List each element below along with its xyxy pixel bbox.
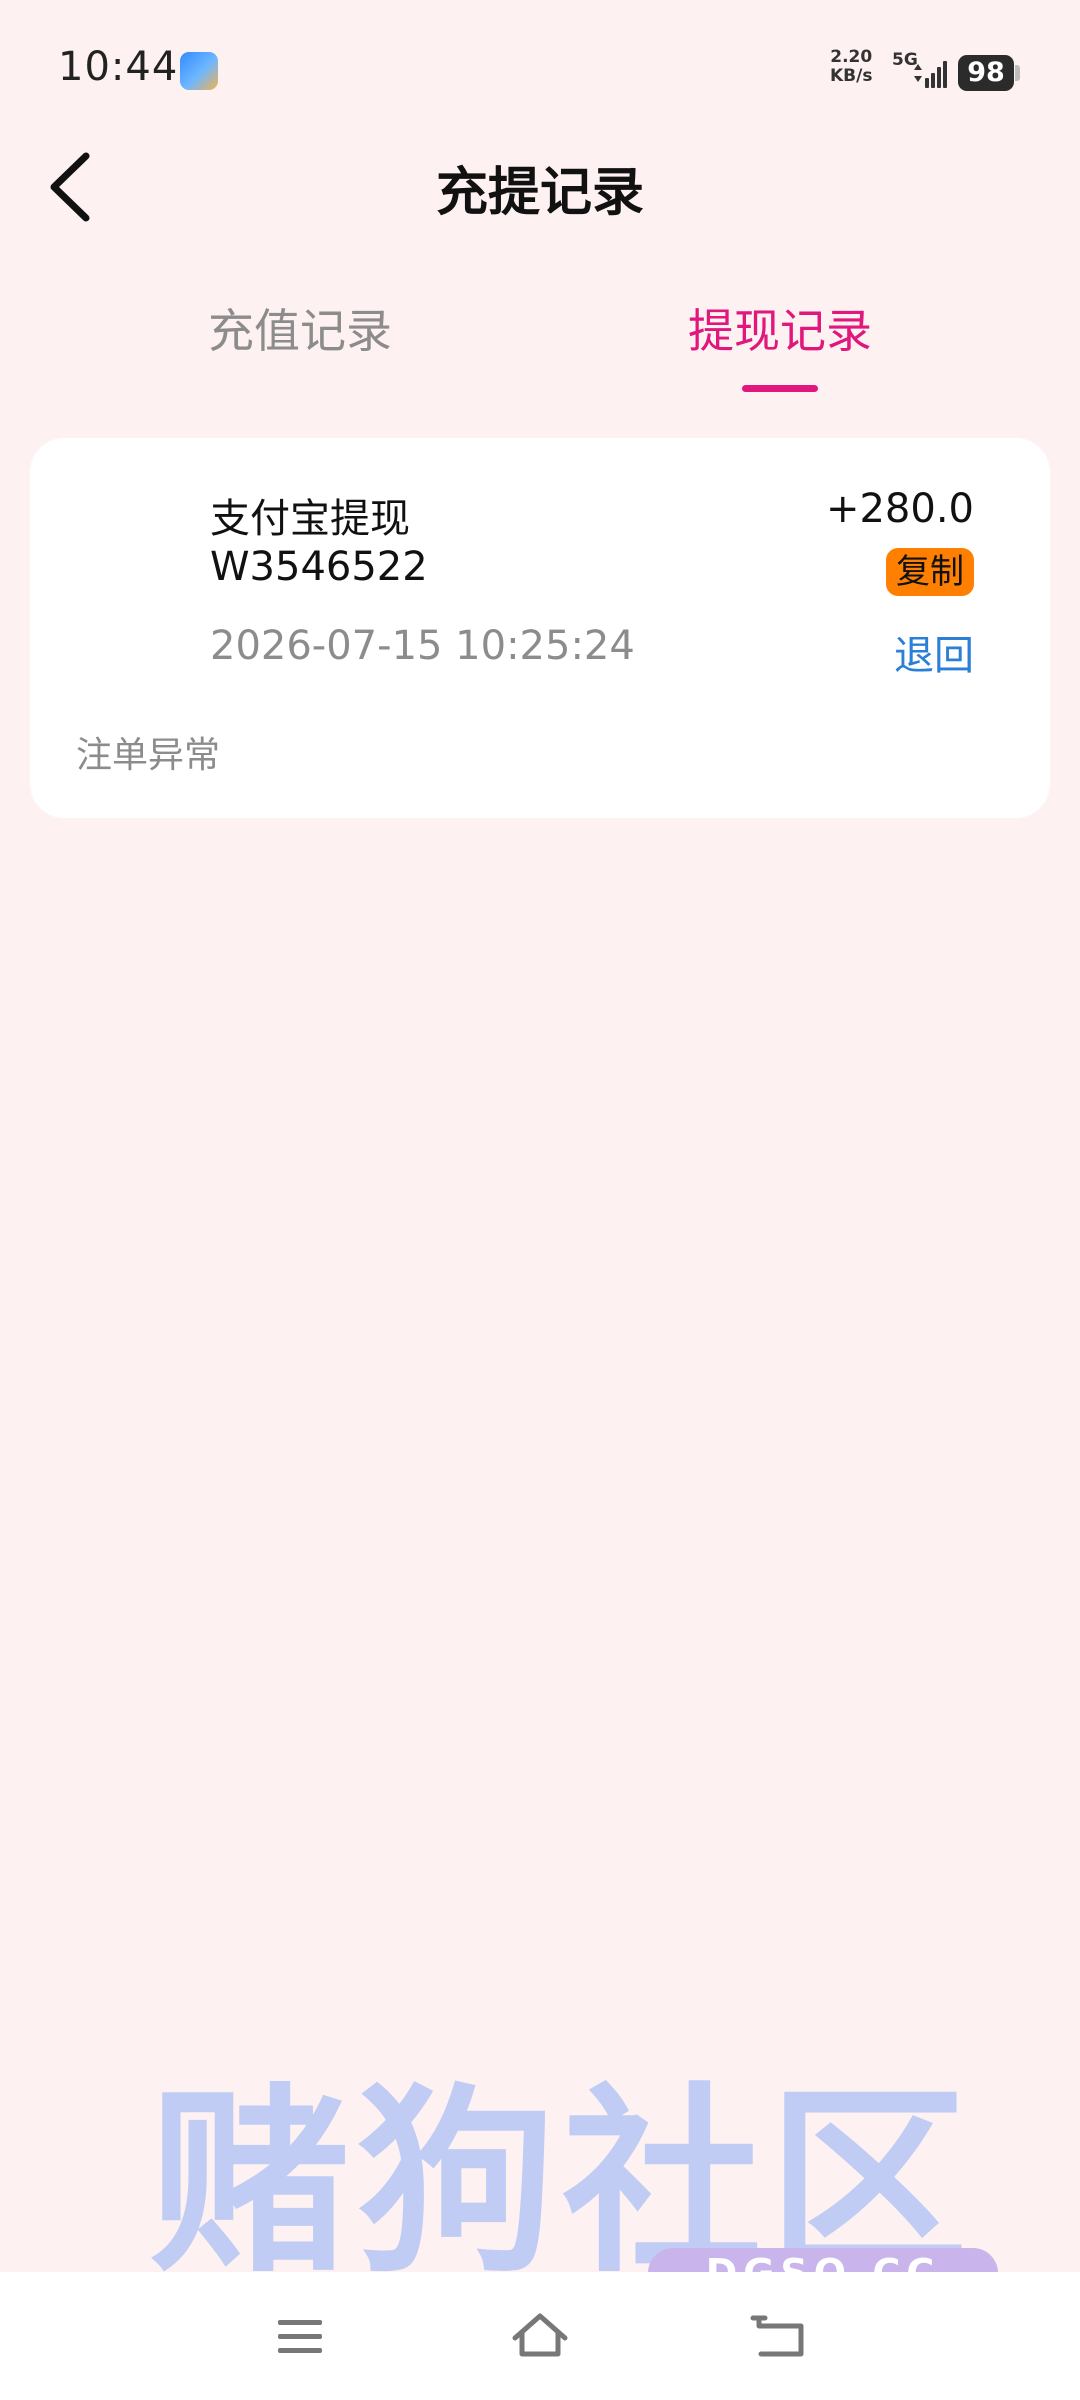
status-time: 10:44 xyxy=(58,44,179,90)
network-speed-value: 2.20 xyxy=(830,47,873,67)
record-method: 支付宝提现 xyxy=(210,496,410,542)
battery-tip xyxy=(1015,65,1020,81)
watermark: 赌狗社区 DGSQ.CC xyxy=(100,2010,1020,2300)
record-note: 注单异常 xyxy=(76,735,221,776)
back-nav-button[interactable] xyxy=(745,2304,815,2368)
navigation-bar xyxy=(0,2272,1080,2400)
back-icon xyxy=(750,2315,804,2357)
active-tab-indicator xyxy=(742,385,818,392)
page-title: 充提记录 xyxy=(435,163,644,223)
recent-apps-button[interactable] xyxy=(265,2304,335,2368)
battery-icon: 98 xyxy=(958,55,1014,91)
tab-withdraw-records[interactable]: 提现记录 xyxy=(620,295,940,361)
tab-recharge-records[interactable]: 充值记录 xyxy=(140,295,460,361)
network-speed: 2.20 KB/s xyxy=(830,48,872,86)
record-status[interactable]: 退回 xyxy=(894,623,974,681)
signal-icon xyxy=(914,61,947,88)
record-time: 2026-07-15 10:25:24 xyxy=(210,623,635,669)
app-notification-icon xyxy=(180,52,218,90)
withdraw-record-card: 支付宝提现 W3546522 +280.0 复制 2026-07-15 10:2… xyxy=(30,438,1050,818)
status-bar: 10:44 2.20 KB/s 5G 98 xyxy=(0,0,1080,130)
record-amount: +280.0 xyxy=(825,486,974,532)
home-icon xyxy=(512,2313,568,2357)
network-speed-unit: KB/s xyxy=(830,66,873,86)
home-button[interactable] xyxy=(505,2304,575,2368)
menu-icon xyxy=(278,2320,322,2353)
copy-button[interactable]: 复制 xyxy=(886,548,974,596)
record-order-id: W3546522 xyxy=(210,544,428,590)
